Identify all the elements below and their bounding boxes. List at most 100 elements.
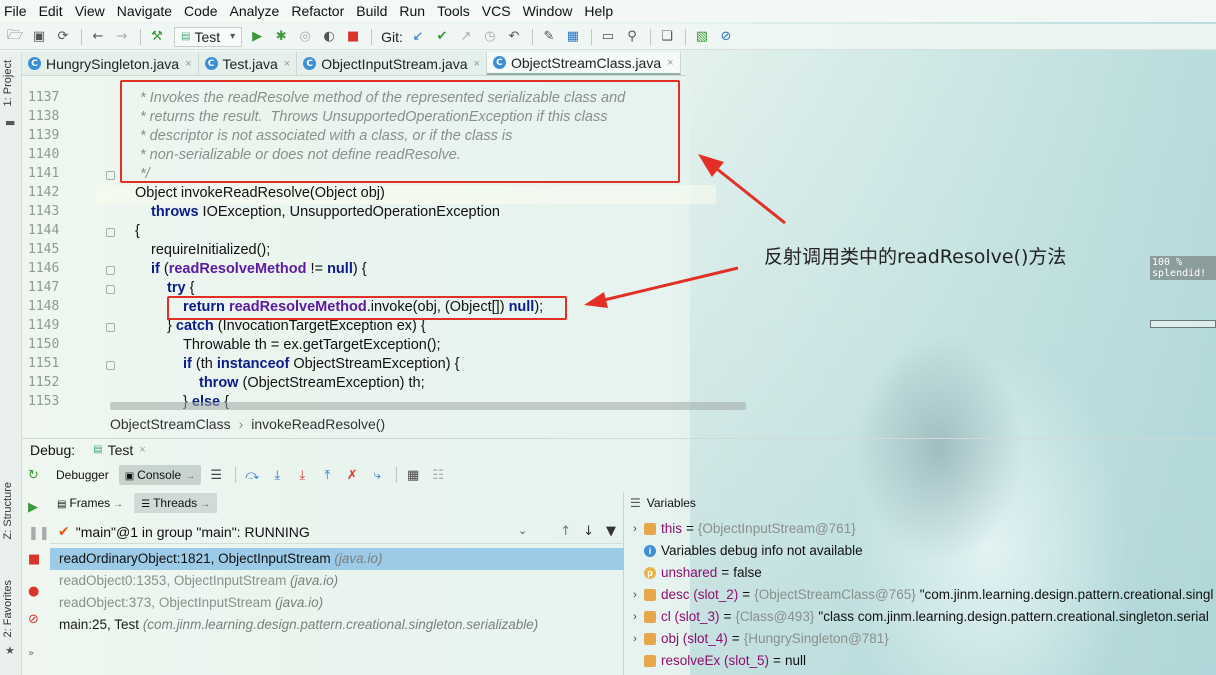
stack-frame[interactable]: readObject:373, ObjectInputStream (java.…	[50, 592, 624, 614]
debug-title: Debug:	[30, 441, 76, 458]
variable-info: Variables debug info not available	[661, 543, 863, 558]
frame-package: (java.io)	[290, 573, 339, 588]
variables-header: ☰ Variables	[630, 496, 696, 510]
frames-icon: ▤	[57, 499, 67, 510]
equals-sign: =	[742, 587, 751, 602]
badge-line: splendid!	[1152, 268, 1207, 279]
arrow-to-javadoc	[698, 154, 786, 225]
debug-header: Debug: ▤ Test ×	[22, 438, 1216, 460]
arrowhead-icon	[584, 292, 608, 308]
badge-line: 100 %	[1152, 257, 1183, 268]
close-icon[interactable]: ×	[139, 444, 145, 456]
console-label: Console	[137, 468, 182, 482]
variable-value: null	[784, 653, 806, 668]
variables-icon: ☰	[630, 496, 641, 510]
variable-ref: {ObjectInputStream@761}	[697, 521, 856, 536]
rerun-icon[interactable]: ↻	[28, 468, 39, 483]
step-out-icon[interactable]: ⤒	[316, 468, 338, 483]
tab-frames[interactable]: ▤ Frames →	[50, 493, 130, 513]
breadcrumb-separator-icon: ›	[238, 416, 244, 432]
zoom-badge: 100 % splendid!	[1150, 256, 1216, 280]
variable-ref: {Class@493}	[735, 609, 815, 624]
toolbar-separator	[396, 467, 398, 483]
step-into-icon[interactable]: ⤓	[291, 468, 313, 483]
frame-method: readObject0:1353, ObjectInputStream	[59, 573, 287, 588]
variable-row[interactable]: › cl (slot_3) = {Class@493} "class com.jinm…	[626, 606, 1216, 628]
trace-icon[interactable]: ☷	[427, 468, 449, 483]
run-config-icon: ▤	[93, 444, 103, 455]
variable-value: false	[733, 565, 762, 580]
thread-selector[interactable]: ✔ "main"@1 in group "main": RUNNING ⌄ ↑ …	[50, 520, 624, 544]
stack-frame[interactable]: readObject0:1353, ObjectInputStream (jav…	[50, 570, 624, 592]
show-execution-point-icon[interactable]: ⤼	[241, 468, 263, 483]
variable-name: obj (slot_4)	[661, 631, 728, 646]
equals-sign: =	[723, 609, 732, 624]
stop-icon[interactable]: ■	[28, 552, 40, 567]
arrow-up-icon[interactable]: ↑	[560, 524, 571, 539]
tab-console[interactable]: ▣ Console →	[118, 465, 202, 485]
variable-name: resolveEx (slot_5)	[661, 653, 770, 668]
tab-debugger[interactable]: Debugger	[50, 465, 115, 485]
variable-ref: {HungrySingleton@781}	[743, 631, 889, 646]
more-icon[interactable]: »	[28, 648, 34, 659]
variable-name: unshared	[661, 565, 718, 580]
evaluate-expression-icon[interactable]: ▦	[402, 468, 424, 483]
expand-arrow-icon[interactable]: ›	[626, 518, 644, 540]
field-icon	[644, 611, 656, 623]
expand-arrow-icon[interactable]: ›	[626, 628, 644, 650]
step-over-icon[interactable]: ⤓	[266, 468, 288, 483]
expand-arrow-icon[interactable]: ›	[626, 606, 644, 628]
debug-side-toolbar: ↻ ▶ ❚❚ ■ ● ⊘ »	[22, 462, 50, 675]
progress-bar	[1150, 320, 1216, 328]
breadcrumb-class[interactable]: ObjectStreamClass	[110, 416, 231, 432]
toolbar-separator	[235, 467, 237, 483]
field-icon	[644, 633, 656, 645]
breadcrumb-method[interactable]: invokeReadResolve()	[251, 416, 385, 432]
variable-ref: {ObjectStreamClass@765}	[754, 587, 916, 602]
stack-frame[interactable]: main:25, Test (com.jinm.learning.design.…	[50, 614, 624, 636]
parameter-icon: p	[644, 567, 656, 579]
drop-frame-icon[interactable]: ✗	[341, 468, 363, 483]
pin-arrow-icon: →	[200, 499, 211, 510]
tab-threads[interactable]: ☰ Threads →	[134, 493, 218, 513]
arrow-to-invoke	[584, 266, 739, 308]
equals-sign: =	[731, 631, 740, 646]
frame-method: main:25, Test	[59, 617, 140, 632]
thread-label: "main"@1 in group "main": RUNNING	[75, 523, 310, 540]
debug-toolbar: Debugger ▣ Console → ☰ ⤼ ⤓ ⤓ ⤒ ✗ ⤷ ▦ ☷	[50, 462, 1216, 488]
variable-row[interactable]: resolveEx (slot_5) = null	[626, 650, 1216, 672]
resume-icon[interactable]: ▶	[28, 500, 38, 515]
variable-name: desc (slot_2)	[661, 587, 739, 602]
frame-package: (com.jinm.learning.design.pattern.creati…	[142, 617, 539, 632]
run-to-cursor-icon[interactable]: ⤷	[366, 468, 388, 483]
variable-row[interactable]: › this = {ObjectInputStream@761}	[626, 518, 1216, 540]
expand-arrow-icon[interactable]: ›	[626, 584, 644, 606]
filter-icon[interactable]: ▼	[606, 524, 616, 539]
session-label: Test	[107, 441, 134, 458]
mute-breakpoints-icon[interactable]: ⊘	[28, 612, 39, 627]
arrow-line	[599, 266, 739, 303]
stack-frame[interactable]: readOrdinaryObject:1821, ObjectInputStre…	[50, 548, 624, 570]
arrow-down-icon[interactable]: ↓	[583, 524, 594, 539]
variable-name: cl (slot_3)	[661, 609, 720, 624]
variables-panel: ☰ Variables › this = {ObjectInputStream@76…	[626, 492, 1216, 675]
debug-session-tab[interactable]: ▤ Test ×	[93, 442, 146, 458]
equals-sign: =	[721, 565, 730, 580]
field-icon	[644, 589, 656, 601]
chevron-down-icon[interactable]: ⌄	[518, 524, 527, 537]
equals-sign: =	[686, 521, 694, 536]
variable-row[interactable]: › desc (slot_2) = {ObjectStreamClass@765} "…	[626, 584, 1216, 606]
thread-actions: ↑ ↓ ▼	[560, 524, 616, 539]
pin-arrow-icon: →	[113, 499, 124, 510]
menu-lines-icon[interactable]: ☰	[205, 468, 227, 483]
variable-row: i Variables debug info not available	[626, 540, 1216, 562]
frames-panel: ▤ Frames → ☰ Threads → ✔ "main"@1 in group "…	[50, 492, 624, 675]
variable-row[interactable]: p unshared = false	[626, 562, 1216, 584]
view-breakpoints-icon[interactable]: ●	[28, 584, 39, 599]
variable-row[interactable]: › obj (slot_4) = {HungrySingleton@781}	[626, 628, 1216, 650]
frames-tabs: ▤ Frames → ☰ Threads →	[50, 492, 221, 514]
variable-value: "com.jinm.learning.design.pattern.creati…	[919, 587, 1214, 602]
arrow-line	[711, 163, 786, 225]
variable-value: "class com.jinm.learning.design.pattern.…	[818, 609, 1209, 624]
pause-icon[interactable]: ❚❚	[28, 526, 50, 541]
